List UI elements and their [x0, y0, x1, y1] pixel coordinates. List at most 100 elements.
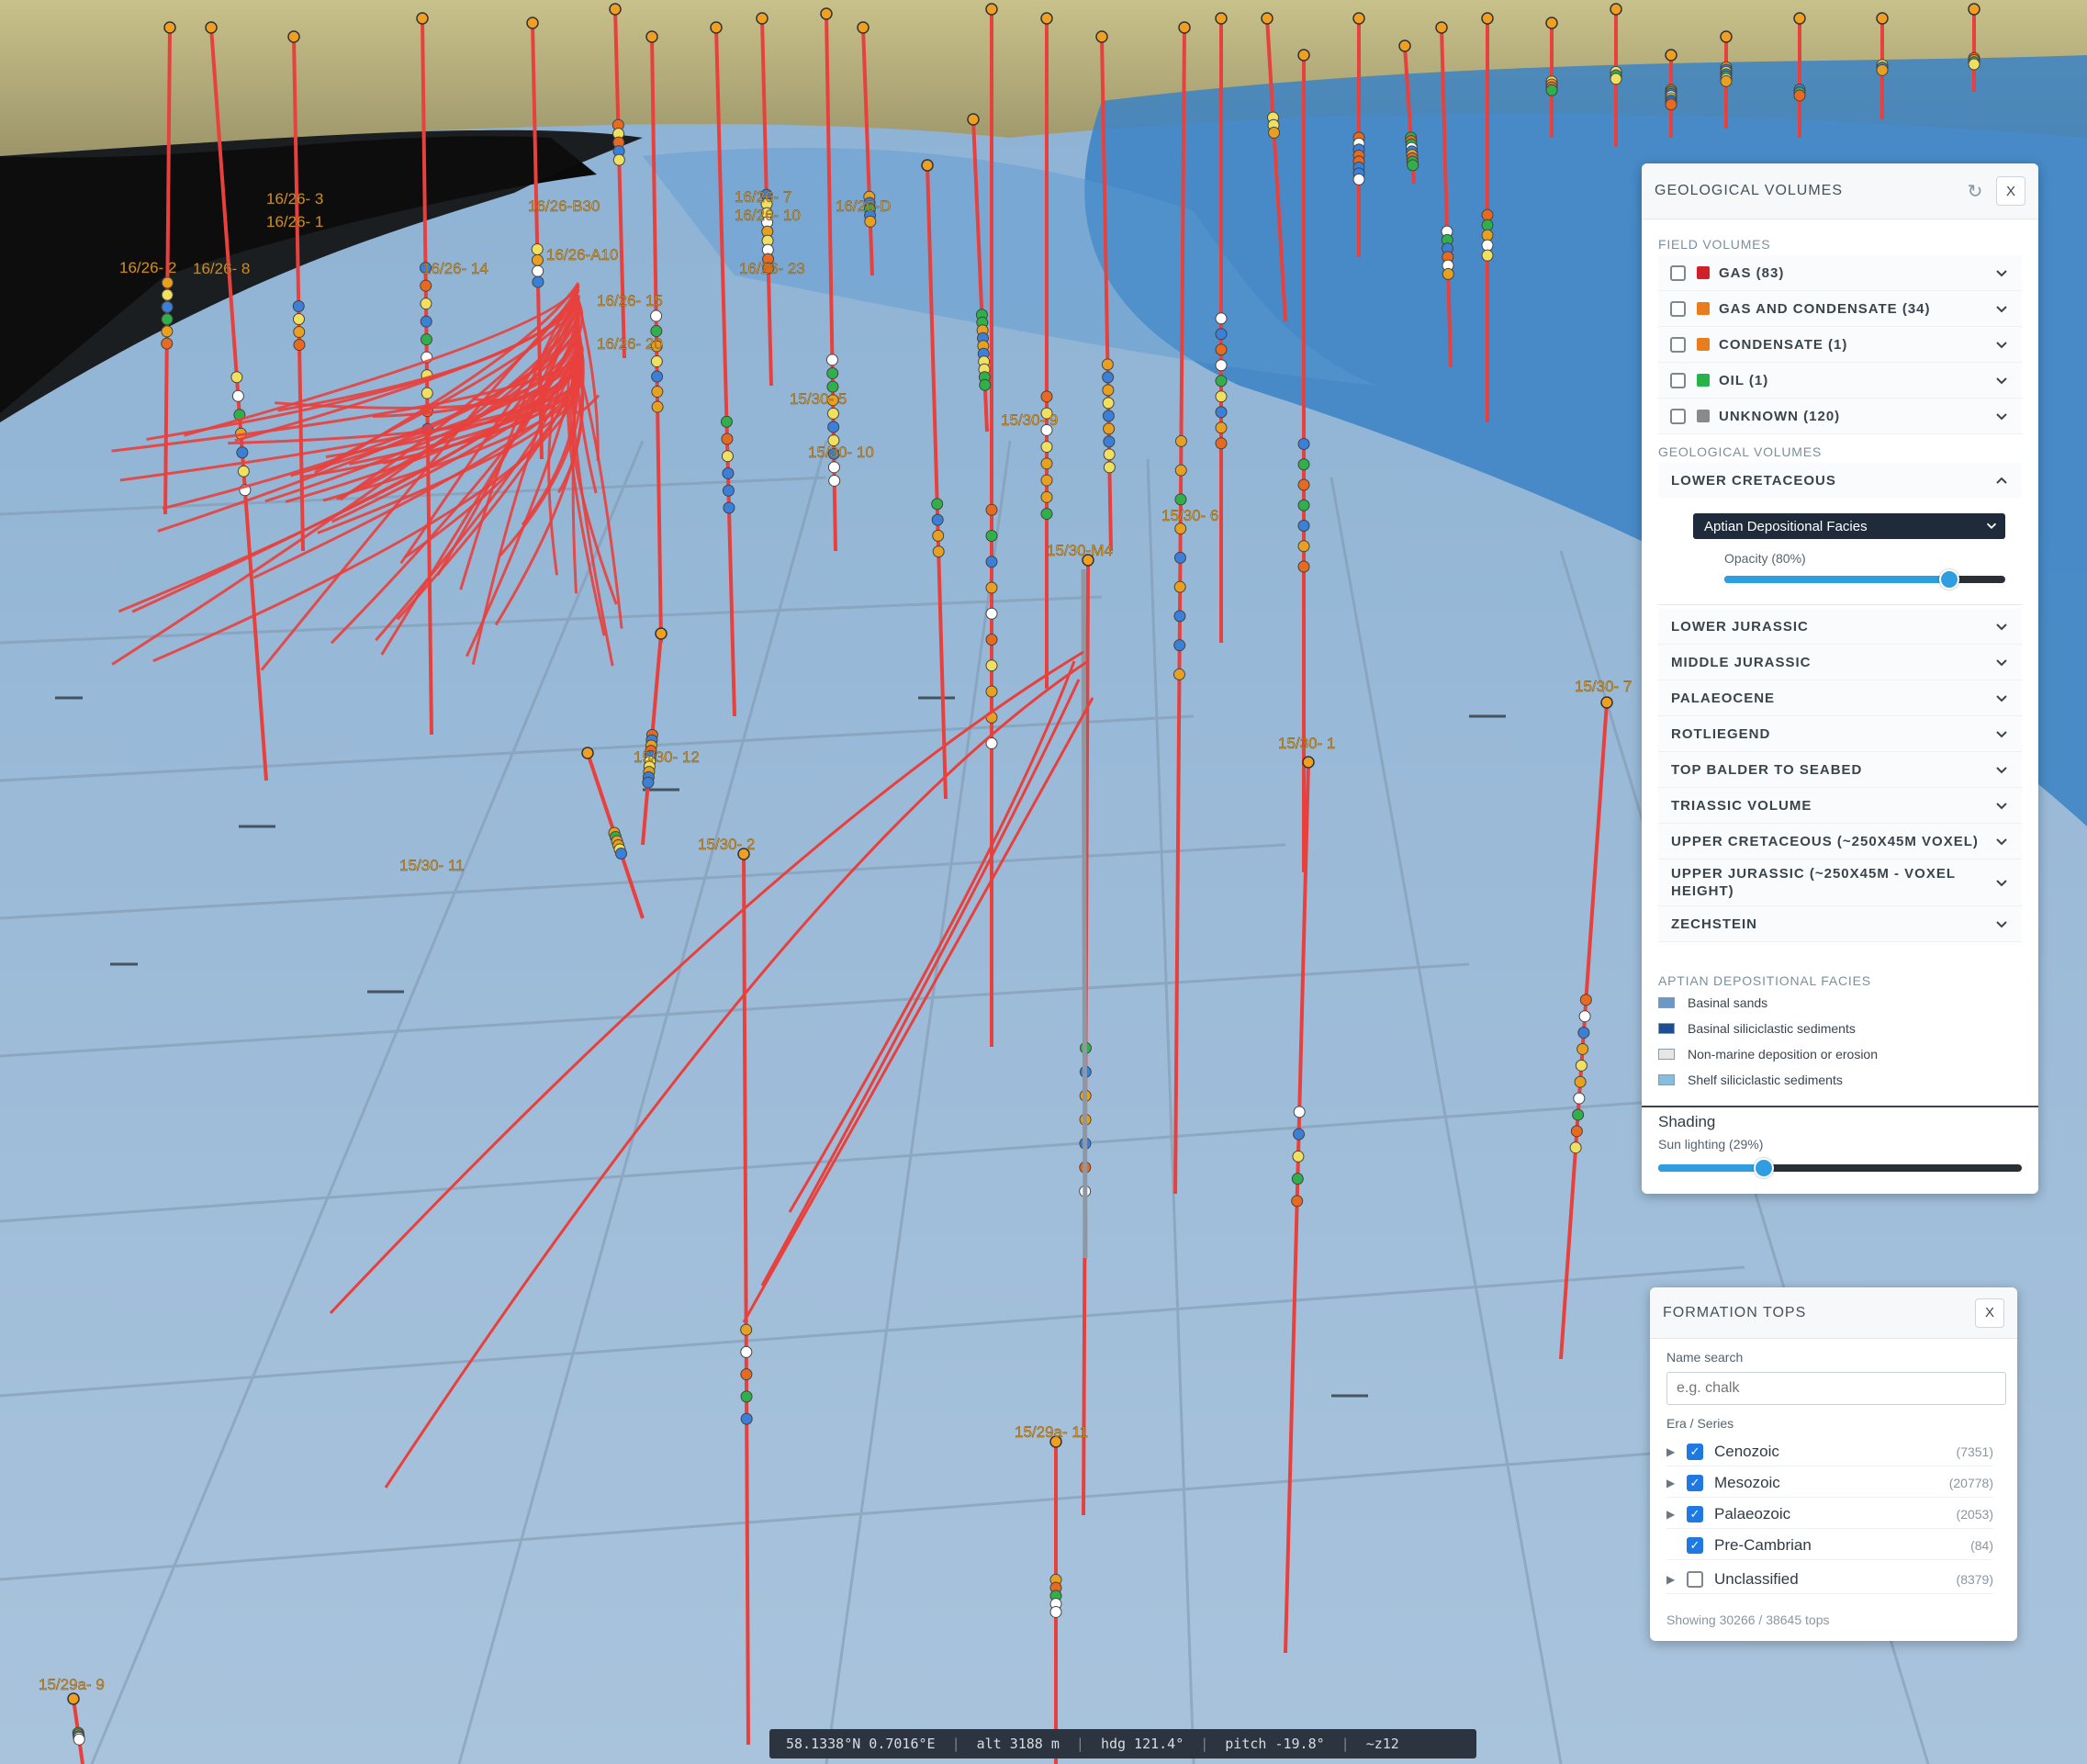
field-volume-checkbox[interactable]	[1670, 300, 1686, 317]
formation-top-marker[interactable]	[985, 659, 998, 672]
era-item[interactable]: ▶ ✓ Cenozoic (7351)	[1666, 1438, 1993, 1466]
field-volume-checkbox[interactable]	[1670, 372, 1686, 388]
formation-top-marker[interactable]	[1297, 478, 1310, 491]
opacity-slider-thumb[interactable]	[1938, 569, 1959, 590]
formation-top-marker[interactable]	[1297, 458, 1310, 471]
formation-top-marker[interactable]	[1968, 58, 1980, 71]
geo-volume-item[interactable]: MIDDLE JURASSIC	[1658, 645, 2022, 680]
geo-volume-item[interactable]: ZECHSTEIN	[1658, 906, 2022, 942]
formation-top-marker[interactable]	[1292, 1150, 1305, 1163]
well-label[interactable]: 16/26- 8	[193, 260, 251, 277]
formation-top-marker[interactable]	[1545, 84, 1558, 96]
well-label[interactable]: 15/30- 2	[698, 836, 756, 853]
formation-top-marker[interactable]	[721, 433, 734, 445]
well-head-marker[interactable]	[967, 113, 980, 126]
formation-top-marker[interactable]	[1102, 371, 1115, 384]
formation-top-marker[interactable]	[985, 529, 998, 542]
field-volume-item[interactable]: CONDENSATE (1)	[1658, 327, 2022, 363]
formation-top-marker[interactable]	[740, 1345, 753, 1358]
formation-top-marker[interactable]	[531, 253, 544, 266]
formation-top-marker[interactable]	[1173, 639, 1186, 652]
well-head-marker[interactable]	[1095, 30, 1108, 43]
well-head-marker[interactable]	[287, 30, 300, 43]
field-volume-item[interactable]: UNKNOWN (120)	[1658, 399, 2022, 434]
formation-top-marker[interactable]	[1173, 551, 1186, 564]
well-head-marker[interactable]	[985, 3, 998, 16]
geo-volume-item[interactable]: UPPER CRETACEOUS (~250X45M VOXEL)	[1658, 824, 2022, 860]
well-head-marker[interactable]	[1968, 3, 1980, 16]
formation-top-marker[interactable]	[1570, 1125, 1583, 1138]
formation-top-marker[interactable]	[161, 337, 174, 350]
well-label[interactable]: 15/30- 11	[399, 857, 465, 874]
chevron-down-icon[interactable]	[1992, 299, 2011, 318]
field-volume-item[interactable]: GAS (83)	[1658, 255, 2022, 291]
formation-top-marker[interactable]	[931, 498, 944, 511]
formation-top-marker[interactable]	[827, 421, 840, 433]
opacity-slider[interactable]	[1724, 569, 2005, 590]
formation-top-marker[interactable]	[1102, 397, 1115, 410]
formation-top-marker[interactable]	[421, 387, 433, 399]
formation-top-marker[interactable]	[1481, 208, 1494, 221]
formation-top-marker[interactable]	[1215, 375, 1228, 388]
geo-volume-item[interactable]: TOP BALDER TO SEABED	[1658, 752, 2022, 788]
formation-top-marker[interactable]	[161, 325, 174, 338]
formation-top-marker[interactable]	[1297, 437, 1310, 450]
formation-top-marker[interactable]	[236, 446, 249, 459]
well-label[interactable]: 15/30- 6	[1161, 507, 1219, 524]
formation-top-marker[interactable]	[720, 415, 733, 428]
formation-top-marker[interactable]	[420, 279, 432, 292]
formation-top-marker[interactable]	[985, 633, 998, 646]
formation-top-marker[interactable]	[1720, 74, 1733, 87]
formation-top-marker[interactable]	[1173, 580, 1186, 593]
facies-select[interactable]: Aptian Depositional Facies	[1693, 513, 2005, 539]
well-head-marker[interactable]	[1302, 756, 1315, 769]
well-head-marker[interactable]	[1665, 49, 1677, 62]
chevron-down-icon[interactable]	[1992, 873, 2011, 892]
geo-volume-item[interactable]: TRIASSIC VOLUME	[1658, 788, 2022, 824]
formation-top-marker[interactable]	[1174, 464, 1187, 477]
formation-top-marker[interactable]	[1215, 312, 1228, 325]
well-head-marker[interactable]	[710, 21, 723, 34]
well-label[interactable]: 16/26- 15	[597, 292, 663, 309]
era-checkbox[interactable]: ✓	[1687, 1506, 1703, 1522]
chevron-down-icon[interactable]	[1992, 264, 2011, 282]
formation-top-marker[interactable]	[1291, 1195, 1304, 1208]
well-head-marker[interactable]	[756, 12, 769, 25]
era-checkbox[interactable]	[1687, 1571, 1703, 1588]
chevron-down-icon[interactable]	[1992, 760, 2011, 779]
formation-top-marker[interactable]	[1049, 1605, 1062, 1618]
formation-top-marker[interactable]	[722, 467, 735, 480]
formation-top-marker[interactable]	[1610, 73, 1622, 85]
geo-volume-item[interactable]: ROTLIEGEND	[1658, 716, 2022, 752]
formation-top-marker[interactable]	[740, 1368, 753, 1381]
well-label[interactable]: 16/26- 3	[266, 190, 324, 208]
well-head-marker[interactable]	[1610, 3, 1622, 16]
formation-top-marker[interactable]	[73, 1733, 85, 1746]
formation-top-marker[interactable]	[1576, 1042, 1589, 1055]
formation-top-marker[interactable]	[292, 313, 305, 326]
formation-top-marker[interactable]	[1876, 63, 1889, 76]
formation-top-marker[interactable]	[1040, 441, 1053, 454]
well-head-marker[interactable]	[67, 1692, 80, 1705]
formation-top-marker[interactable]	[1174, 522, 1187, 535]
formation-top-marker[interactable]	[650, 309, 663, 322]
well-head-marker[interactable]	[1600, 696, 1613, 709]
formation-top-marker[interactable]	[1103, 461, 1116, 474]
formation-top-marker[interactable]	[1481, 229, 1494, 242]
well-head-marker[interactable]	[857, 21, 870, 34]
chevron-down-icon[interactable]	[1992, 915, 2011, 933]
formation-top-marker[interactable]	[1575, 1059, 1588, 1072]
formation-top-marker[interactable]	[1793, 89, 1806, 102]
formation-top-marker[interactable]	[1102, 384, 1115, 397]
geo-volume-item[interactable]: UPPER JURASSIC (~250X45M - VOXEL HEIGHT)	[1658, 860, 2022, 906]
geo-volume-item[interactable]: LOWER JURASSIC	[1658, 609, 2022, 645]
well-head-marker[interactable]	[1435, 21, 1448, 34]
formation-top-marker[interactable]	[985, 685, 998, 698]
formation-top-marker[interactable]	[1481, 239, 1494, 252]
formation-top-marker[interactable]	[1297, 560, 1310, 573]
well-label[interactable]: 16/26- 10	[735, 207, 801, 224]
well-head-marker[interactable]	[1261, 12, 1274, 25]
well-label[interactable]: 16/26- 14	[422, 260, 488, 277]
formation-top-marker[interactable]	[1040, 490, 1053, 503]
era-item[interactable]: ▶ ✓ Palaeozoic (2053)	[1666, 1500, 1993, 1529]
